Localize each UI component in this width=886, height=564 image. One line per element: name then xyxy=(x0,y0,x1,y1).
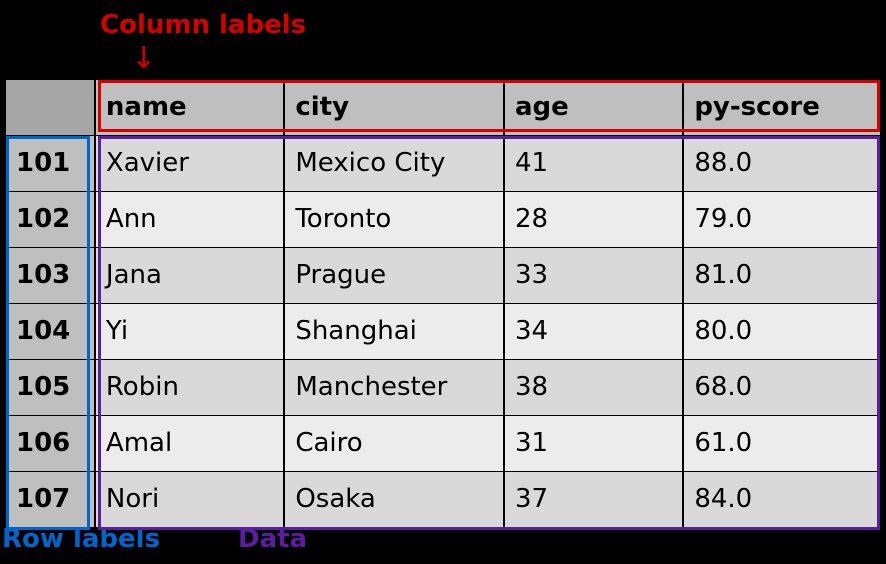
row-index: 102 xyxy=(5,191,95,247)
cell-name: Jana xyxy=(95,247,284,303)
col-header-age: age xyxy=(504,79,683,135)
annotation-data: Data xyxy=(238,524,307,554)
cell-name: Nori xyxy=(95,471,284,527)
cell-name: Robin xyxy=(95,359,284,415)
arrow-down-icon: ↓ xyxy=(131,44,156,74)
cell-age: 34 xyxy=(504,303,683,359)
cell-city: Mexico City xyxy=(284,135,504,191)
table-row: 101 Xavier Mexico City 41 88.0 xyxy=(5,135,881,191)
cell-age: 31 xyxy=(504,415,683,471)
cell-age: 33 xyxy=(504,247,683,303)
cell-age: 37 xyxy=(504,471,683,527)
cell-py-score: 79.0 xyxy=(683,191,881,247)
cell-name: Ann xyxy=(95,191,284,247)
table-header-row: name city age py-score xyxy=(5,79,881,135)
row-index: 107 xyxy=(5,471,95,527)
cell-city: Cairo xyxy=(284,415,504,471)
col-header-name: name xyxy=(95,79,284,135)
row-index: 105 xyxy=(5,359,95,415)
cell-city: Manchester xyxy=(284,359,504,415)
cell-name: Amal xyxy=(95,415,284,471)
cell-py-score: 81.0 xyxy=(683,247,881,303)
table-row: 106 Amal Cairo 31 61.0 xyxy=(5,415,881,471)
col-header-py-score: py-score xyxy=(683,79,881,135)
cell-py-score: 61.0 xyxy=(683,415,881,471)
annotation-row-labels: Row labels xyxy=(2,524,160,554)
cell-city: Shanghai xyxy=(284,303,504,359)
cell-age: 38 xyxy=(504,359,683,415)
row-index: 101 xyxy=(5,135,95,191)
cell-age: 41 xyxy=(504,135,683,191)
cell-city: Toronto xyxy=(284,191,504,247)
cell-py-score: 68.0 xyxy=(683,359,881,415)
table-corner-cell xyxy=(5,79,95,135)
col-header-city: city xyxy=(284,79,504,135)
row-index: 106 xyxy=(5,415,95,471)
cell-city: Osaka xyxy=(284,471,504,527)
cell-age: 28 xyxy=(504,191,683,247)
row-index: 104 xyxy=(5,303,95,359)
row-index: 103 xyxy=(5,247,95,303)
cell-py-score: 84.0 xyxy=(683,471,881,527)
table-row: 104 Yi Shanghai 34 80.0 xyxy=(5,303,881,359)
table-row: 103 Jana Prague 33 81.0 xyxy=(5,247,881,303)
dataframe-table: name city age py-score 101 Xavier Mexico… xyxy=(4,78,882,528)
table-row: 107 Nori Osaka 37 84.0 xyxy=(5,471,881,527)
cell-py-score: 88.0 xyxy=(683,135,881,191)
table-row: 102 Ann Toronto 28 79.0 xyxy=(5,191,881,247)
table-row: 105 Robin Manchester 38 68.0 xyxy=(5,359,881,415)
annotation-column-labels: Column labels xyxy=(100,10,306,40)
cell-py-score: 80.0 xyxy=(683,303,881,359)
cell-name: Yi xyxy=(95,303,284,359)
cell-name: Xavier xyxy=(95,135,284,191)
cell-city: Prague xyxy=(284,247,504,303)
